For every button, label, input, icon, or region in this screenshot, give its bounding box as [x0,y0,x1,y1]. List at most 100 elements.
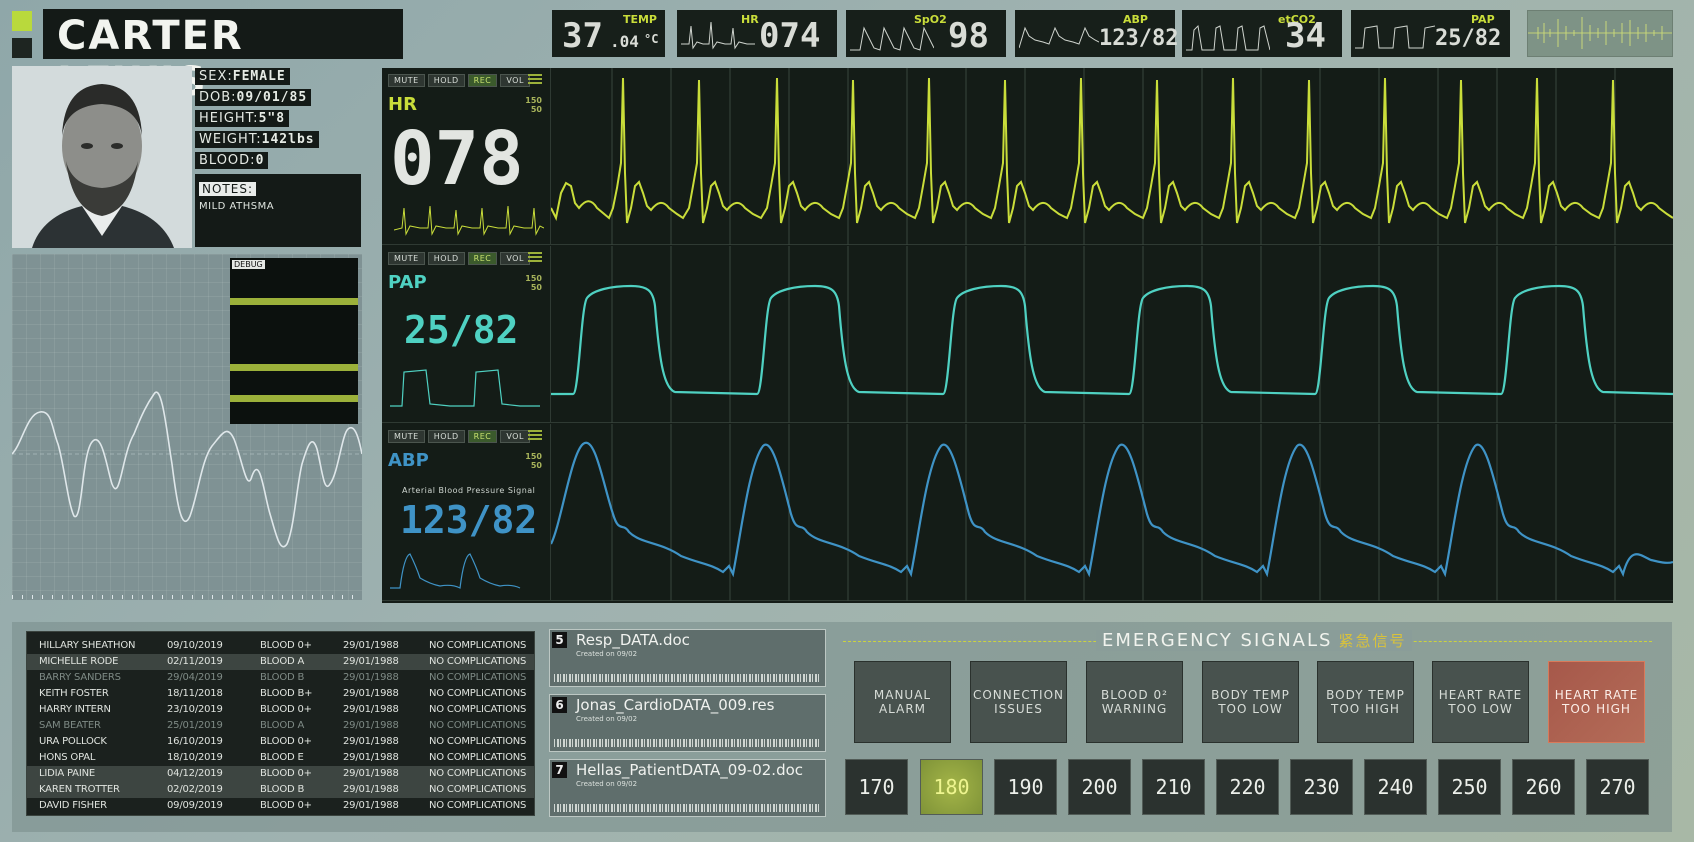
abp-mini-waveform [390,553,521,589]
abp-menu-icon[interactable] [528,430,542,440]
abp-hold-button[interactable]: HOLD [427,430,465,443]
height-label: HEIGHT: [199,111,259,126]
table-row[interactable]: SAM BEATER 25/01/2019 BLOOD A 29/01/1988 NO … [27,718,534,734]
vital-temp-unit: °C [644,32,659,46]
pap-vol-button[interactable]: VOL [500,252,530,265]
table-row[interactable]: HARRY INTERN 23/10/2019 BLOOD 0+ 29/01/1988… [27,702,534,718]
body-temp-high-button[interactable]: BODY TEMP TOO HIGH [1317,661,1414,743]
pap-rec-button[interactable]: REC [467,252,498,265]
vital-pap-value: 25/82 [1435,26,1502,51]
row-blood: BLOOD 0+ [260,768,312,779]
rate-option[interactable]: 170 [845,759,908,815]
debug-label: DEBUG [232,260,265,269]
hr-panel: MUTE HOLD REC VOL HR 150 50 078 [382,68,551,245]
debug-row [230,409,358,416]
hr-label: HR [388,94,417,115]
row-name: SAM BEATER [39,720,101,731]
patient-photo [12,66,192,248]
vital-pap[interactable]: PAP 25/82 [1351,10,1510,57]
row-dob: 29/01/1988 [343,688,399,699]
debug-row [230,402,358,409]
rate-option[interactable]: 260 [1512,759,1575,815]
height-value: 5"8 [258,111,286,126]
file-item[interactable]: 5 Resp_DATA.doc Created on 09/02 [549,629,826,687]
table-row[interactable]: HILLARY SHEATHON 09/10/2019 BLOOD 0+ 29/01/… [27,638,534,654]
rate-option[interactable]: 230 [1290,759,1353,815]
row-name: HARRY INTERN [39,704,111,715]
heart-rate-low-button[interactable]: HEART RATE TOO LOW [1432,661,1529,743]
blood-o2-warning-button[interactable]: BLOOD 0² WARNING [1086,661,1183,743]
rate-option[interactable]: 190 [994,759,1057,815]
pap-scale-hi: 150 [525,274,542,283]
sex-label: SEX: [199,69,233,84]
manual-alarm-button[interactable]: MANUAL ALARM [854,661,951,743]
vital-abp-value: 123/82 [1099,26,1179,51]
table-row[interactable]: LIDIA PAINE 04/12/2019 BLOOD 0+ 29/01/1988 N… [27,766,534,782]
connection-issues-button[interactable]: CONNECTION ISSUES [970,661,1067,743]
row-date: 02/02/2019 [167,784,223,795]
rate-option-selected[interactable]: 180 [920,759,983,815]
row-status: NO COMPLICATIONS [429,720,527,731]
rate-option[interactable]: 210 [1142,759,1205,815]
vital-etco2[interactable]: etCO2 34 [1182,10,1342,57]
abp-panel: MUTE HOLD REC VOL ABP 150 50 Arterial Blo… [382,424,551,601]
emergency-title: EMERGENCY SIGNALS 紧急信号 [1096,630,1413,651]
rate-option[interactable]: 270 [1586,759,1649,815]
debug-row [230,357,358,364]
row-blood: BLOOD 0+ [260,736,312,747]
weight-label: WEIGHT: [199,132,262,147]
table-row[interactable]: BARRY SANDERS 29/04/2019 BLOOD B 29/01/1988… [27,670,534,686]
vital-temp[interactable]: TEMP 37 .04 °C [552,10,665,57]
pap-mute-button[interactable]: MUTE [388,252,425,265]
vital-abp[interactable]: ABP 123/82 [1015,10,1179,57]
table-row[interactable]: URA POLLOCK 16/10/2019 BLOOD 0+ 29/01/1988 N… [27,734,534,750]
table-row[interactable]: MICHELLE RODE 02/11/2019 BLOOD A 29/01/1988… [27,654,534,670]
abp-rec-button[interactable]: REC [467,430,498,443]
hr-menu-icon[interactable] [528,74,542,84]
vital-hr[interactable]: HR 074 [677,10,837,57]
file-created: Created on 09/02 [576,780,638,788]
pap-scale-lo: 50 [530,283,542,292]
pap-hold-button[interactable]: HOLD [427,252,465,265]
table-row[interactable]: DAVID FISHER 09/09/2019 BLOOD 0+ 29/01/1988… [27,798,534,814]
row-date: 09/09/2019 [167,800,223,811]
row-dob: 29/01/1988 [343,656,399,667]
hr-rec-button[interactable]: REC [467,74,498,87]
blood-value: 0 [255,153,265,168]
rate-option[interactable]: 200 [1068,759,1131,815]
rate-option[interactable]: 240 [1364,759,1427,815]
table-row[interactable]: KEITH FOSTER 18/11/2018 BLOOD B+ 29/01/1988… [27,686,534,702]
dob-label: DOB: [199,90,237,105]
abp-mute-button[interactable]: MUTE [388,430,425,443]
row-blood: BLOOD B+ [260,688,313,699]
table-row[interactable]: HONS OPAL 18/10/2019 BLOOD E 29/01/1988 NO C… [27,750,534,766]
rate-option[interactable]: 250 [1438,759,1501,815]
row-name: LIDIA PAINE [39,768,95,779]
pap-menu-icon[interactable] [528,252,542,262]
file-item[interactable]: 6 Jonas_CardioDATA_009.res Created on 09… [549,694,826,752]
abp-label: ABP [388,450,429,471]
vital-spo2-value: 98 [948,16,989,56]
body-temp-low-button[interactable]: BODY TEMP TOO LOW [1202,661,1299,743]
abp-scale-lo: 50 [530,461,542,470]
row-status: NO COMPLICATIONS [429,656,527,667]
vital-etco2-sparkline [1186,24,1270,51]
hr-waveform-graphic [550,68,1674,245]
file-created: Created on 09/02 [576,650,638,658]
pap-scale: 150 50 [525,274,542,292]
rate-option[interactable]: 220 [1216,759,1279,815]
vital-temp-value: 37 [562,16,603,56]
vital-pap-sparkline [1355,25,1435,49]
vital-spo2[interactable]: SpO2 98 [846,10,1006,57]
abp-vol-button[interactable]: VOL [500,430,530,443]
hr-hold-button[interactable]: HOLD [427,74,465,87]
table-row[interactable]: KAREN TROTTER 02/02/2019 BLOOD B 29/01/1988… [27,782,534,798]
heart-rate-high-button[interactable]: HEART RATE TOO HIGH [1548,661,1645,743]
status-indicator-inactive [12,38,32,58]
file-item[interactable]: 7 Hellas_PatientDATA_09-02.doc Created o… [549,759,826,817]
hr-value: 078 [390,116,524,202]
hr-scale: 150 50 [525,96,542,114]
debug-row [230,388,358,395]
hr-vol-button[interactable]: VOL [500,74,530,87]
hr-mute-button[interactable]: MUTE [388,74,425,87]
